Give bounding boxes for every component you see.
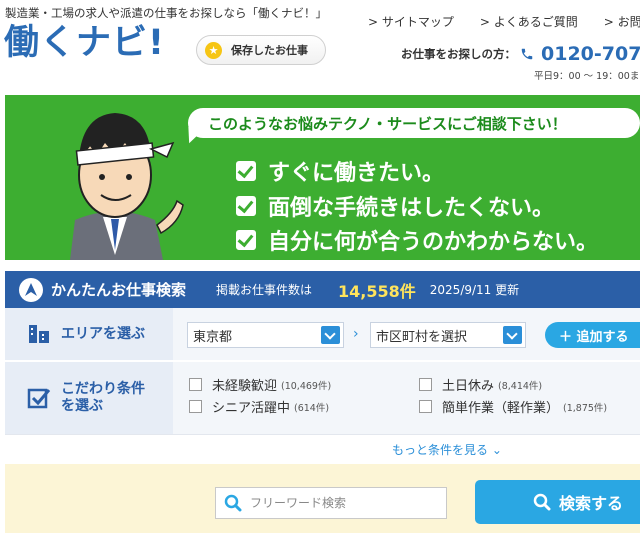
banner-check-text: すぐに働きたい。 bbox=[268, 161, 445, 186]
star-icon: ★ bbox=[205, 41, 222, 59]
condition-count: (8,414件) bbox=[498, 380, 543, 392]
prefecture-select[interactable]: 東京都 bbox=[187, 322, 344, 348]
search-icon bbox=[224, 494, 242, 512]
phone-number[interactable]: 0120-707-9 bbox=[541, 43, 640, 65]
condition-seniors-welcome[interactable]: シニア活躍中 (614件) bbox=[189, 397, 329, 416]
checkbox-icon bbox=[236, 196, 256, 216]
conditions-label-cell: こだわり条件 を選ぶ bbox=[5, 362, 173, 434]
site-logo[interactable]: 働くナビ! bbox=[4, 24, 165, 63]
condition-count: (614件) bbox=[294, 402, 330, 414]
checkbox-icon bbox=[236, 161, 256, 181]
condition-label: 簡単作業（軽作業） bbox=[442, 401, 560, 416]
mascot-illustration bbox=[70, 113, 184, 260]
updated-date: 2025/9/11 更新 bbox=[429, 283, 520, 297]
speech-bubble: このようなお悩みテクノ・サービスにご相談下さい！ bbox=[188, 108, 640, 138]
checkbox-icon bbox=[236, 230, 256, 250]
chevron-right-icon: › bbox=[353, 326, 359, 342]
search-button[interactable]: 検索する bbox=[475, 480, 640, 524]
banner-check-3: 自分に何が合うのかわからない。 bbox=[236, 224, 598, 256]
saved-jobs-label: 保存したお仕事 bbox=[231, 44, 308, 57]
checkbox[interactable] bbox=[419, 400, 432, 413]
free-word-input[interactable] bbox=[248, 495, 438, 511]
condition-label: 土日休み bbox=[442, 379, 495, 394]
checkbox[interactable] bbox=[419, 378, 432, 391]
conditions-label-line2: を選ぶ bbox=[61, 398, 103, 414]
saved-jobs-button[interactable]: ★ 保存したお仕事 bbox=[196, 35, 326, 65]
job-count-label: 掲載お仕事件数は bbox=[216, 283, 313, 297]
conditions-label-line1: こだわり条件 bbox=[61, 381, 145, 398]
conditions-label: こだわり条件 を選ぶ bbox=[61, 381, 145, 415]
phone-label: お仕事をお探しの方： bbox=[401, 47, 516, 61]
more-conditions-row bbox=[5, 434, 640, 464]
condition-label: 未経験歓迎 bbox=[212, 379, 278, 394]
business-hours: 平日9：00 ～ 19：00まで bbox=[534, 71, 640, 82]
free-word-field[interactable] bbox=[215, 487, 447, 519]
condition-light-work[interactable]: 簡単作業（軽作業） (1,875件) bbox=[419, 397, 607, 416]
banner-check-1: すぐに働きたい。 bbox=[236, 155, 444, 187]
condition-count: (10,469件) bbox=[281, 380, 332, 392]
checkbox[interactable] bbox=[189, 378, 202, 391]
condition-label: シニア活躍中 bbox=[212, 401, 291, 416]
add-area-button[interactable]: ＋ 追加する bbox=[545, 322, 640, 348]
job-count-value: 14,558件 bbox=[338, 281, 416, 301]
chevron-down-icon bbox=[321, 326, 340, 344]
condition-weekends-off[interactable]: 土日休み (8,414件) bbox=[419, 375, 542, 394]
banner-check-2: 面倒な手続きはしたくない。 bbox=[236, 190, 554, 222]
building-map-icon bbox=[29, 325, 49, 343]
banner-check-text: 自分に何が合うのかわからない。 bbox=[268, 230, 599, 255]
city-select[interactable]: 市区町村を選択 bbox=[370, 322, 526, 348]
city-value: 市区町村を選択 bbox=[376, 329, 468, 345]
area-label: エリアを選ぶ bbox=[61, 325, 145, 342]
search-panel-header: かんたんお仕事検索 掲載お仕事件数は 14,558件 2025/9/11 更新 bbox=[5, 271, 640, 308]
area-label-cell: エリアを選ぶ bbox=[5, 308, 173, 360]
more-conditions-link[interactable]: もっと条件を見る ⌄ bbox=[392, 441, 502, 458]
condition-count: (1,875件) bbox=[563, 402, 608, 414]
link-sitemap[interactable]: > サイトマップ bbox=[368, 13, 454, 30]
hero-banner[interactable]: このようなお悩みテクノ・サービスにご相談下さい！ すぐに働きたい。 面倒な手続き… bbox=[5, 95, 640, 260]
checkbox[interactable] bbox=[189, 400, 202, 413]
phone-icon bbox=[521, 48, 533, 60]
prefecture-value: 東京都 bbox=[193, 329, 233, 345]
top-links: > サイトマップ > よくあるご質問 > お問い bbox=[368, 13, 640, 30]
checkbox-checked-icon bbox=[27, 388, 51, 409]
condition-no-experience[interactable]: 未経験歓迎 (10,469件) bbox=[189, 375, 331, 394]
site-tagline: 製造業・工場の求人や派遣の仕事をお探しなら「働くナビ！」 bbox=[5, 6, 327, 20]
search-panel-title: かんたんお仕事検索 bbox=[51, 281, 187, 299]
search-button-label: 検索する bbox=[559, 494, 624, 513]
banner-check-text: 面倒な手続きはしたくない。 bbox=[268, 196, 555, 221]
search-icon bbox=[533, 493, 551, 511]
link-faq[interactable]: > よくあるご質問 bbox=[480, 13, 578, 30]
link-contact[interactable]: > お問い bbox=[604, 13, 640, 30]
compass-logo-icon bbox=[19, 277, 43, 302]
chevron-down-icon bbox=[503, 326, 522, 344]
